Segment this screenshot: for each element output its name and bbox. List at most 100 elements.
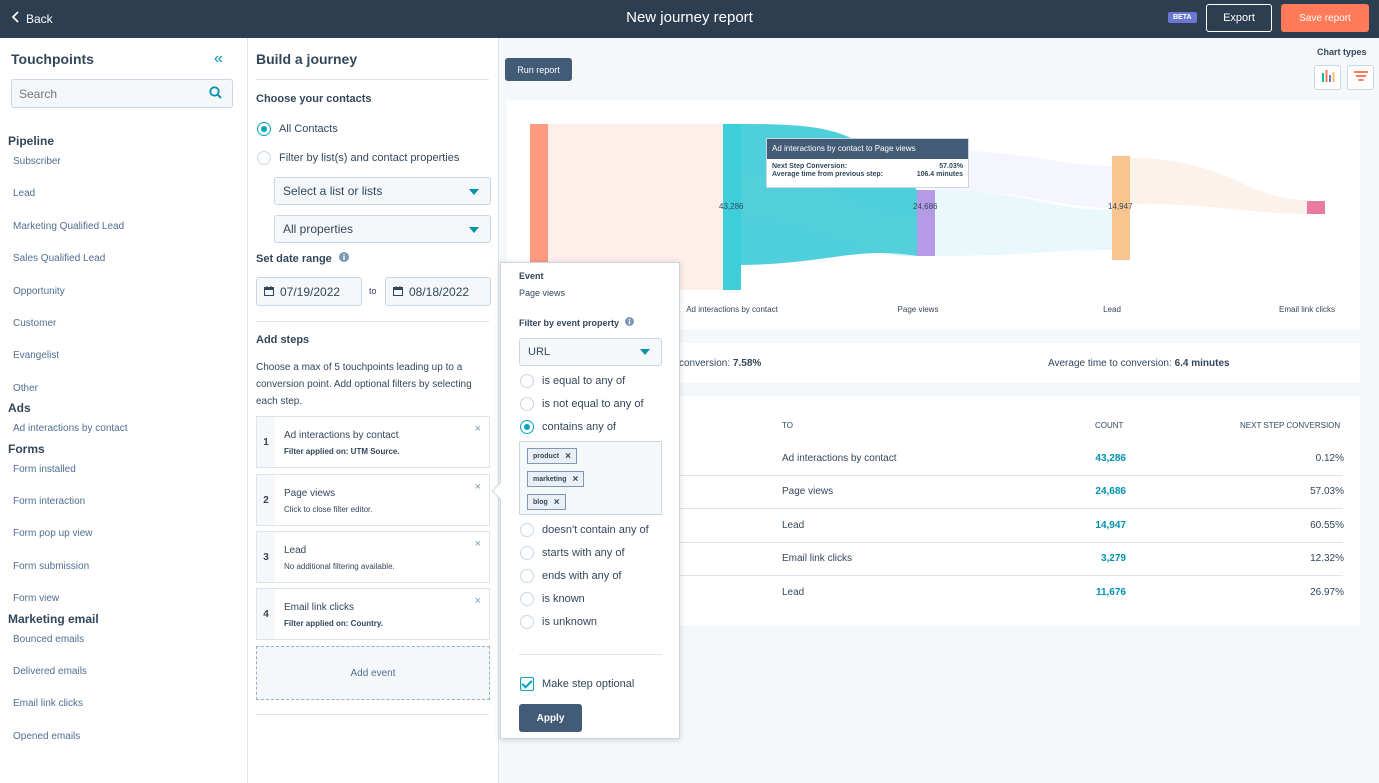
cell-count[interactable]: 11,676 bbox=[1066, 587, 1126, 598]
journey-step[interactable]: 3 Lead No additional filtering available. × bbox=[256, 531, 490, 583]
column-header: TO bbox=[782, 421, 793, 430]
property-dropdown[interactable]: URL bbox=[519, 338, 662, 366]
journey-step[interactable]: 4 Email link clicks Filter applied on: Cou… bbox=[256, 588, 490, 640]
touchpoint-item[interactable]: Form interaction bbox=[0, 496, 85, 507]
touchpoint-item[interactable]: Form submission bbox=[0, 561, 89, 572]
calendar-icon bbox=[264, 285, 274, 299]
operator-radio[interactable]: contains any of bbox=[520, 420, 616, 434]
touchpoint-item[interactable]: Sales Qualified Lead bbox=[0, 253, 105, 264]
cell-count[interactable]: 24,686 bbox=[1066, 486, 1126, 497]
save-report-button[interactable]: Save report bbox=[1281, 4, 1369, 32]
radio-icon bbox=[520, 523, 534, 537]
search-icon[interactable] bbox=[209, 86, 222, 102]
export-button[interactable]: Export bbox=[1206, 4, 1272, 32]
tag-label: blog bbox=[533, 498, 548, 506]
operator-radio[interactable]: doesn't contain any of bbox=[520, 523, 649, 537]
bar-chart-type-button[interactable] bbox=[1314, 65, 1341, 90]
row-divider bbox=[679, 475, 1343, 476]
cell-count[interactable]: 43,286 bbox=[1066, 453, 1126, 464]
tooltip-label: Average time from previous step: bbox=[772, 171, 883, 178]
step-subtitle: Filter applied on: Country. bbox=[284, 619, 383, 628]
step-axis-label: Email link clicks bbox=[1278, 305, 1336, 314]
close-icon[interactable]: × bbox=[475, 481, 481, 493]
date-heading: Set date range bbox=[256, 252, 349, 265]
properties-value: All properties bbox=[283, 222, 354, 236]
operator-radio[interactable]: starts with any of bbox=[520, 546, 625, 560]
touchpoint-item[interactable]: Form installed bbox=[0, 464, 76, 475]
remove-tag-icon[interactable]: × bbox=[554, 497, 560, 508]
close-icon[interactable]: × bbox=[475, 595, 481, 607]
touchpoint-item[interactable]: Email link clicks bbox=[0, 698, 83, 709]
apply-button[interactable]: Apply bbox=[519, 704, 582, 732]
filter-list-radio[interactable]: Filter by list(s) and contact properties bbox=[257, 151, 459, 165]
select-list-dropdown[interactable]: Select a list or lists bbox=[274, 177, 491, 205]
close-icon[interactable]: × bbox=[475, 538, 481, 550]
chart-tooltip: Ad interactions by contact to Page views… bbox=[766, 138, 969, 188]
operator-radio[interactable]: is equal to any of bbox=[520, 374, 625, 388]
cell-conversion: 12.32% bbox=[1310, 553, 1344, 565]
select-list-value: Select a list or lists bbox=[283, 184, 383, 198]
properties-dropdown[interactable]: All properties bbox=[274, 215, 491, 243]
cell-to: Lead bbox=[782, 519, 805, 531]
remove-tag-icon[interactable]: × bbox=[565, 451, 571, 462]
touchpoint-item[interactable]: Opened emails bbox=[0, 731, 80, 742]
touchpoint-item[interactable]: Bounced emails bbox=[0, 634, 84, 645]
add-event-button[interactable]: Add event bbox=[256, 646, 490, 700]
cell-to: Lead bbox=[782, 586, 805, 598]
operator-radio[interactable]: is known bbox=[520, 592, 585, 606]
radio-icon bbox=[520, 374, 534, 388]
date-to-label: to bbox=[369, 286, 377, 296]
operator-label: doesn't contain any of bbox=[542, 524, 649, 536]
touchpoint-item[interactable]: Evangelist bbox=[0, 350, 59, 361]
funnel-chart-type-button[interactable] bbox=[1347, 65, 1374, 90]
operator-radio[interactable]: is unknown bbox=[520, 615, 597, 629]
touchpoint-item[interactable]: Opportunity bbox=[0, 286, 65, 297]
make-optional-checkbox[interactable]: Make step optional bbox=[520, 677, 634, 691]
filter-tag: marketing × bbox=[527, 471, 585, 487]
journey-step[interactable]: 1 Ad interactions by contact Filter applie… bbox=[256, 416, 490, 468]
close-icon[interactable]: × bbox=[475, 423, 481, 435]
journey-step[interactable]: 2 Page views Click to close filter editor.… bbox=[256, 474, 490, 526]
summary-label: conversion: bbox=[679, 358, 731, 369]
row-divider bbox=[679, 541, 1343, 543]
operator-label: ends with any of bbox=[542, 570, 622, 582]
info-icon[interactable] bbox=[338, 252, 349, 265]
search-input[interactable] bbox=[12, 80, 202, 107]
operator-radio[interactable]: is not equal to any of bbox=[520, 397, 644, 411]
node-bar[interactable] bbox=[1307, 201, 1325, 214]
touchpoint-item[interactable]: Other bbox=[0, 383, 38, 394]
touchpoint-item[interactable]: Delivered emails bbox=[0, 666, 87, 677]
event-value: Page views bbox=[519, 288, 566, 298]
date-to-input[interactable]: 08/18/2022 bbox=[385, 277, 491, 306]
touchpoint-item[interactable]: Lead bbox=[0, 188, 35, 199]
row-divider bbox=[679, 575, 1343, 577]
date-from-input[interactable]: 07/19/2022 bbox=[256, 277, 362, 306]
tags-input[interactable]: product × marketing × blog × bbox=[519, 441, 662, 515]
touchpoint-item[interactable]: Subscriber bbox=[0, 156, 61, 167]
operator-radio[interactable]: ends with any of bbox=[520, 569, 622, 583]
cell-count[interactable]: 3,279 bbox=[1066, 553, 1126, 564]
cell-conversion: 60.55% bbox=[1310, 519, 1344, 531]
touchpoint-item[interactable]: Marketing Qualified Lead bbox=[0, 221, 124, 232]
remove-tag-icon[interactable]: × bbox=[572, 474, 578, 485]
cell-to: Page views bbox=[782, 486, 834, 498]
node-bar[interactable] bbox=[917, 190, 935, 256]
summary-value: 6.4 minutes bbox=[1174, 358, 1230, 369]
all-contacts-radio[interactable]: All Contacts bbox=[257, 122, 338, 136]
radio-icon bbox=[520, 569, 534, 583]
touchpoint-item[interactable]: Customer bbox=[0, 318, 56, 329]
steps-heading: Add steps bbox=[256, 334, 310, 346]
radio-icon bbox=[257, 151, 271, 165]
caret-down-icon bbox=[469, 227, 479, 233]
cell-count[interactable]: 14,947 bbox=[1066, 520, 1126, 531]
all-contacts-label: All Contacts bbox=[279, 123, 338, 135]
touchpoint-item[interactable]: Form pop up view bbox=[0, 528, 92, 539]
double-chevron-left-icon[interactable]: « bbox=[214, 50, 223, 68]
run-report-button[interactable]: Run report bbox=[505, 58, 572, 81]
info-icon[interactable] bbox=[625, 317, 635, 328]
touchpoint-item[interactable]: Ad interactions by contact bbox=[0, 423, 128, 434]
build-journey-panel: Build a journey Choose your contacts All… bbox=[248, 38, 499, 783]
step-number: 3 bbox=[257, 532, 275, 582]
touchpoint-item[interactable]: Form view bbox=[0, 593, 59, 604]
touchpoint-search bbox=[11, 79, 233, 108]
